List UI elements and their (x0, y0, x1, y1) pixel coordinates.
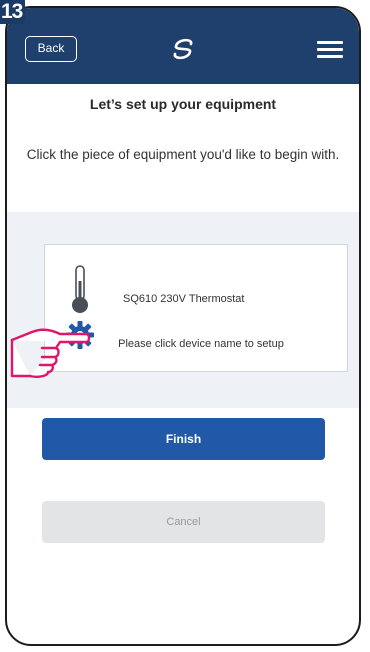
thermometer-icon (72, 265, 88, 313)
hamburger-menu-icon[interactable] (317, 41, 343, 59)
device-setup-hint: Please click device name to setup (118, 338, 284, 350)
cancel-button[interactable]: Cancel (42, 501, 325, 543)
page-subtitle: Click the piece of equipment you'd like … (26, 147, 340, 162)
back-button[interactable]: Back (25, 36, 77, 62)
page-title: Let’s set up your equipment (89, 96, 277, 112)
device-name-link[interactable]: SQ610 230V Thermostat (123, 293, 244, 305)
salus-swirl-icon (173, 38, 193, 60)
step-number-badge: 13 (0, 0, 25, 24)
finish-button[interactable]: Finish (42, 418, 325, 460)
pointing-hand-icon (10, 328, 91, 378)
app-header: Back (7, 8, 359, 84)
